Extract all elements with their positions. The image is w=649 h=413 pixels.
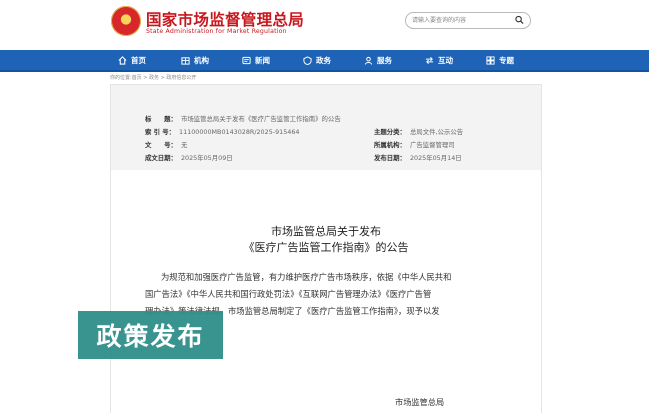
nav-item-home[interactable]: 首页: [118, 50, 146, 70]
nav-label: 互动: [438, 55, 453, 65]
interaction-icon: [425, 56, 434, 64]
site-header: 国家市场监督管理总局 State Administration for Mark…: [0, 0, 649, 50]
nav-item-service[interactable]: 服务: [364, 50, 392, 70]
nav-item-gov-affairs[interactable]: 政务: [303, 50, 331, 70]
meta-value: 11100000MB0143028R/2025-915464: [179, 128, 300, 136]
gov-affairs-icon: [303, 55, 312, 65]
body-line: 为规范和加强医疗广告监管，有力维护医疗广告市场秩序，依据《中华人民共和: [161, 272, 452, 282]
search-icon[interactable]: [515, 15, 524, 25]
site-title[interactable]: 国家市场监督管理总局: [146, 8, 304, 30]
search-input[interactable]: [412, 15, 508, 26]
topic-icon: [486, 55, 495, 65]
nav-label: 专题: [499, 55, 514, 65]
meta-index: 索 引 号： 11100000MB0143028R/2025-915464: [145, 127, 299, 136]
national-emblem-logo[interactable]: [111, 6, 141, 36]
meta-key: 标 题：: [145, 115, 177, 123]
service-icon: [364, 56, 373, 65]
news-icon: [242, 56, 251, 64]
site-subtitle: State Administration for Market Regulati…: [146, 28, 287, 35]
home-icon: [118, 55, 127, 65]
meta-title: 标 题： 市场监管总局关于发布《医疗广告监管工作指南》的公告: [145, 114, 341, 123]
nav-label: 新闻: [255, 55, 270, 65]
nav-label: 政务: [316, 55, 331, 65]
meta-key: 所属机构：: [374, 141, 406, 149]
meta-org: 所属机构： 广告监督管理司: [374, 140, 455, 149]
nav-item-topic[interactable]: 专题: [486, 50, 514, 70]
org-icon: [181, 56, 190, 65]
nav-label: 服务: [377, 55, 392, 65]
meta-value: 无: [180, 141, 188, 149]
meta-value: 2025年05月09日: [180, 154, 233, 162]
meta-value: 广告监督管理司: [409, 141, 455, 149]
meta-value: 2025年05月14日: [409, 154, 462, 162]
nav-label: 首页: [131, 55, 146, 65]
meta-value: 总局文件,公示公告: [409, 128, 464, 136]
meta-key: 发布日期：: [374, 154, 406, 162]
badge-text: 政策发布: [96, 322, 205, 351]
meta-value: 市场监管总局关于发布《医疗广告监管工作指南》的公告: [180, 115, 341, 123]
main-nav: 首页 机构 新闻 政务 服务 互动 专题: [0, 50, 649, 72]
meta-topic: 主题分类： 总局文件,公示公告: [374, 127, 463, 136]
body-line: 国广告法》《中华人民共和国行政处罚法》《互联网广告管理办法》《医疗广告管: [145, 289, 432, 299]
document-title-line-1: 市场监管总局关于发布: [271, 225, 381, 238]
meta-key: 文 号：: [145, 141, 177, 149]
breadcrumb[interactable]: 你的位置:首页 > 政务 > 政府信息公开: [110, 74, 196, 81]
policy-release-badge: 政策发布: [78, 311, 223, 359]
meta-key: 成文日期：: [145, 154, 177, 162]
meta-published-date: 发布日期： 2025年05月14日: [374, 153, 462, 162]
meta-created-date: 成文日期： 2025年05月09日: [145, 153, 233, 162]
nav-item-interaction[interactable]: 互动: [425, 50, 453, 70]
nav-item-org[interactable]: 机构: [181, 50, 209, 70]
article-panel: 标 题： 市场监管总局关于发布《医疗广告监管工作指南》的公告 索 引 号： 1110…: [110, 84, 542, 413]
meta-key: 索 引 号：: [145, 128, 176, 136]
meta-key: 主题分类：: [374, 128, 406, 136]
document-title-line-2: 《医疗广告监管工作指南》的公告: [243, 241, 409, 254]
search-box[interactable]: [405, 12, 531, 29]
signature: 市场监管总局: [395, 397, 445, 407]
document-metadata: 标 题： 市场监管总局关于发布《医疗广告监管工作指南》的公告 索 引 号： 1110…: [111, 85, 541, 170]
nav-label: 机构: [194, 55, 209, 65]
nav-item-news[interactable]: 新闻: [242, 50, 270, 70]
meta-doc-number: 文 号：无: [145, 140, 187, 149]
